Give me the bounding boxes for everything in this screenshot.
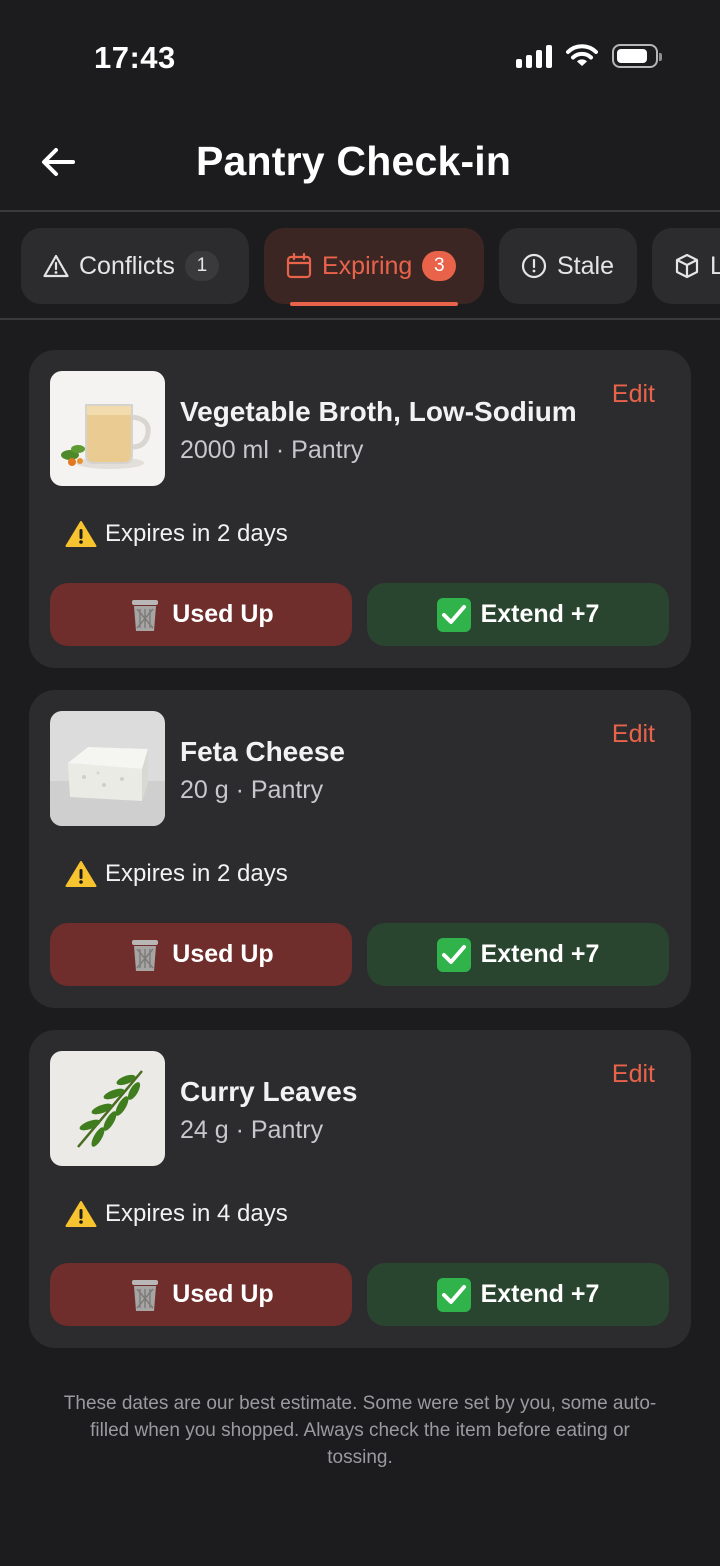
edit-button[interactable]: Edit xyxy=(612,720,655,749)
calendar-icon xyxy=(286,253,312,279)
tab-count-badge: 1 xyxy=(184,251,219,281)
tab-partial[interactable]: L xyxy=(652,228,720,304)
used-up-label: Used Up xyxy=(172,940,274,968)
battery-icon xyxy=(612,44,662,68)
tab-label: Expiring xyxy=(322,251,413,280)
extend-button[interactable]: Extend +7 xyxy=(367,923,669,986)
disclaimer-text: These dates are our best estimate. Some … xyxy=(63,1393,657,1468)
trash-can-icon xyxy=(132,599,159,631)
expiry-notice: Expires in 2 days xyxy=(65,860,288,888)
pantry-item-card: Curry Leaves 24 g · Pantry Edit Expires … xyxy=(29,1030,691,1348)
filter-tabs: Conflicts 1 Expiring 3 Stale L xyxy=(0,213,720,320)
expiry-notice: Expires in 2 days xyxy=(65,520,288,548)
item-name: Vegetable Broth, Low-Sodium xyxy=(180,396,577,427)
warning-icon xyxy=(65,1201,97,1227)
tab-expiring[interactable]: Expiring 3 xyxy=(264,228,484,306)
tab-count-badge: 3 xyxy=(422,251,457,281)
alert-circle-icon xyxy=(521,253,547,279)
warning-triangle-icon xyxy=(43,254,69,278)
expiry-text: Expires in 2 days xyxy=(105,860,288,887)
item-quantity-location: 20 g · Pantry xyxy=(180,776,324,804)
wifi-icon xyxy=(566,44,598,66)
status-time: 17:43 xyxy=(94,40,176,75)
edit-button[interactable]: Edit xyxy=(612,1060,655,1089)
check-mark-icon xyxy=(436,597,471,632)
expiry-text: Expires in 4 days xyxy=(105,1200,288,1227)
extend-button[interactable]: Extend +7 xyxy=(367,1263,669,1326)
warning-icon xyxy=(65,521,97,547)
tab-label: L xyxy=(710,252,720,281)
pantry-item-card: Vegetable Broth, Low-Sodium 2000 ml · Pa… xyxy=(29,350,691,668)
used-up-button[interactable]: Used Up xyxy=(50,583,352,646)
cellular-signal-icon xyxy=(516,44,552,68)
pantry-item-card: Feta Cheese 20 g · Pantry Edit Expires i… xyxy=(29,690,691,1008)
back-button[interactable] xyxy=(36,140,80,184)
status-bar: 17:43 xyxy=(0,0,720,116)
used-up-label: Used Up xyxy=(172,1280,274,1308)
item-photo xyxy=(50,711,165,826)
item-name: Feta Cheese xyxy=(180,736,345,767)
trash-can-icon xyxy=(132,939,159,971)
item-name: Curry Leaves xyxy=(180,1076,358,1107)
tab-label: Conflicts xyxy=(79,251,175,280)
expiry-notice: Expires in 4 days xyxy=(65,1200,288,1228)
box-icon xyxy=(675,253,699,279)
status-icons xyxy=(516,44,662,68)
arrow-left-icon xyxy=(42,148,75,176)
extend-button[interactable]: Extend +7 xyxy=(367,583,669,646)
item-quantity-location: 24 g · Pantry xyxy=(180,1116,324,1144)
item-photo xyxy=(50,1051,165,1166)
header: Pantry Check-in xyxy=(0,116,720,212)
used-up-button[interactable]: Used Up xyxy=(50,1263,352,1326)
warning-icon xyxy=(65,861,97,887)
used-up-label: Used Up xyxy=(172,600,274,628)
used-up-button[interactable]: Used Up xyxy=(50,923,352,986)
item-quantity-location: 2000 ml · Pantry xyxy=(180,436,364,464)
check-mark-icon xyxy=(436,937,471,972)
expiry-text: Expires in 2 days xyxy=(105,520,288,547)
extend-label: Extend +7 xyxy=(480,600,600,628)
tab-stale[interactable]: Stale xyxy=(499,228,637,304)
trash-can-icon xyxy=(132,1279,159,1311)
extend-label: Extend +7 xyxy=(480,940,600,968)
edit-button[interactable]: Edit xyxy=(612,380,655,409)
extend-label: Extend +7 xyxy=(480,1280,600,1308)
item-photo xyxy=(50,371,165,486)
page-title: Pantry Check-in xyxy=(196,138,512,184)
tab-label: Stale xyxy=(557,251,614,280)
tab-conflicts[interactable]: Conflicts 1 xyxy=(21,228,249,304)
check-mark-icon xyxy=(436,1277,471,1312)
